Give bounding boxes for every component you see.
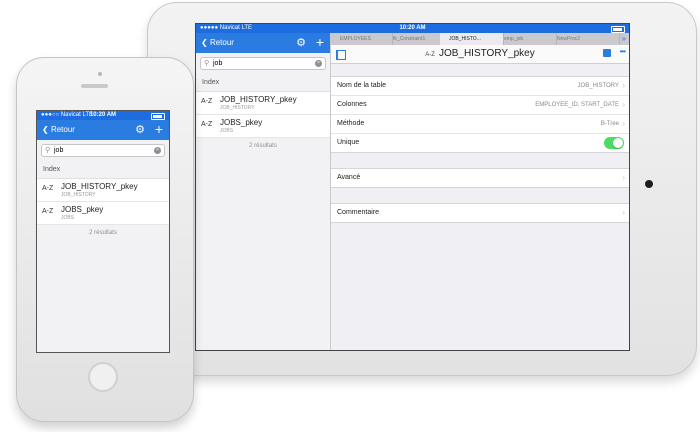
search-input[interactable]: ⚲ job × <box>200 57 326 70</box>
clock: 10:20 AM <box>89 112 117 118</box>
chevron-right-icon: › <box>622 208 625 217</box>
property-row[interactable]: Nom de la table JOB_HISTORY › <box>331 77 629 96</box>
chevron-right-icon: › <box>622 119 625 128</box>
detail-title-text: JOB_HISTORY_pkey <box>438 48 535 59</box>
more-tabs-icon[interactable]: » <box>622 33 626 45</box>
property-row[interactable]: Méthode B-Tree › <box>331 115 629 134</box>
detail-title: A-Z JOB_HISTORY_pkey <box>331 48 629 59</box>
save-icon[interactable] <box>603 49 611 57</box>
comment-row[interactable]: Commentaire › <box>331 204 629 222</box>
result-count: 2 résultats <box>89 230 117 236</box>
detail-toolbar: A-Z JOB_HISTORY_pkey ••• <box>331 45 629 64</box>
item-subtitle: JOB_HISTORY <box>61 192 96 198</box>
ipad-camera <box>645 180 653 188</box>
list-item[interactable]: A-Z JOB_HISTORY_pkey JOB_HISTORY <box>196 92 330 115</box>
index-icon: A-Z <box>42 208 54 215</box>
ipad-screen: ●●●●● Navicat LTE 10:20 AM ❮ Retour ⚙ + … <box>195 23 630 351</box>
nav-bar: ❮ Retour ⚙ + <box>196 33 330 53</box>
nav-bar: ❮ Retour ⚙ + <box>37 120 169 140</box>
unique-label: Unique <box>337 139 360 146</box>
item-title: JOBS_pkey <box>220 118 263 127</box>
result-count: 2 résultats <box>249 143 277 149</box>
index-icon: A-Z <box>42 185 54 192</box>
index-icon: A-Z <box>201 121 213 128</box>
property-value: JOB_HISTORY <box>577 83 619 89</box>
status-bar: ●●●○○ Navicat LTE 10:20 AM <box>37 111 169 120</box>
list-item[interactable]: A-Z JOBS_pkey JOBS <box>37 202 169 225</box>
chevron-right-icon: › <box>622 173 625 182</box>
chevron-right-icon: › <box>622 100 625 109</box>
comment-label: Commentaire <box>337 209 380 216</box>
back-button[interactable]: ❮ Retour <box>42 120 75 140</box>
battery-icon <box>611 26 625 33</box>
advanced-label: Avancé <box>337 174 361 181</box>
chevron-right-icon: › <box>622 81 625 90</box>
iphone-camera <box>98 72 102 76</box>
results-list: A-Z JOB_HISTORY_pkey JOB_HISTORY A-Z JOB… <box>196 91 330 138</box>
detail-pane: EMPLOYEES fk_Constraint1 JOB_HISTO... em… <box>331 33 629 350</box>
property-label: Méthode <box>337 120 365 127</box>
more-icon[interactable]: ••• <box>620 47 626 56</box>
clear-search-icon[interactable]: × <box>315 60 322 67</box>
index-icon: A-Z <box>425 52 435 58</box>
back-button[interactable]: ❮ Retour <box>201 33 234 53</box>
property-label: Colonnes <box>337 101 367 108</box>
clear-search-icon[interactable]: × <box>154 147 161 154</box>
add-icon[interactable]: + <box>316 33 324 52</box>
item-title: JOB_HISTORY_pkey <box>61 182 138 191</box>
advanced-group: Avancé › <box>331 168 629 188</box>
property-row[interactable]: Colonnes EMPLOYEE_ID, START_DATE › <box>331 96 629 115</box>
search-value: job <box>213 60 223 67</box>
property-value: EMPLOYEE_ID, START_DATE <box>535 102 619 108</box>
list-item[interactable]: A-Z JOBS_pkey JOBS <box>196 115 330 138</box>
iphone-speaker <box>81 84 108 88</box>
item-title: JOBS_pkey <box>61 205 104 214</box>
search-icon: ⚲ <box>45 147 51 154</box>
comment-group: Commentaire › <box>331 203 629 223</box>
unique-toggle[interactable] <box>604 137 624 149</box>
unique-row: Unique <box>331 134 629 152</box>
tab-bar: EMPLOYEES fk_Constraint1 JOB_HISTO... em… <box>331 33 629 45</box>
property-value: B-Tree <box>600 121 619 127</box>
iphone-screen: ●●●○○ Navicat LTE 10:20 AM ❮ Retour ⚙ + … <box>36 110 170 353</box>
status-bar: ●●●●● Navicat LTE 10:20 AM <box>196 24 629 33</box>
gear-icon[interactable]: ⚙ <box>135 120 145 140</box>
results-list: A-Z JOB_HISTORY_pkey JOB_HISTORY A-Z JOB… <box>37 178 169 225</box>
back-label: Retour <box>50 125 75 134</box>
home-button[interactable] <box>88 362 118 392</box>
back-label: Retour <box>209 38 234 47</box>
master-pane: ❮ Retour ⚙ + ⚲ job × Index A-Z JOB_HISTO… <box>196 33 331 350</box>
item-title: JOB_HISTORY_pkey <box>220 95 297 104</box>
add-icon[interactable]: + <box>155 120 163 139</box>
gear-icon[interactable]: ⚙ <box>296 33 306 53</box>
search-value: job <box>54 147 64 154</box>
property-label: Nom de la table <box>337 82 387 89</box>
list-item[interactable]: A-Z JOB_HISTORY_pkey JOB_HISTORY <box>37 179 169 202</box>
master-pane: ❮ Retour ⚙ + ⚲ job × Index A-Z JOB_HISTO… <box>37 120 169 352</box>
item-subtitle: JOBS <box>61 215 75 221</box>
search-icon: ⚲ <box>204 60 210 67</box>
properties-group: Nom de la table JOB_HISTORY › Colonnes E… <box>331 76 629 153</box>
item-subtitle: JOB_HISTORY <box>220 105 255 111</box>
item-subtitle: JOBS <box>220 128 234 134</box>
index-icon: A-Z <box>201 98 213 105</box>
search-input[interactable]: ⚲ job × <box>41 144 165 157</box>
advanced-row[interactable]: Avancé › <box>331 169 629 187</box>
clock: 10:20 AM <box>399 25 426 31</box>
section-header: Index <box>43 166 61 173</box>
battery-icon <box>151 113 165 120</box>
tab-newproc2[interactable]: NewProc2 <box>548 33 620 45</box>
section-header: Index <box>202 79 220 86</box>
